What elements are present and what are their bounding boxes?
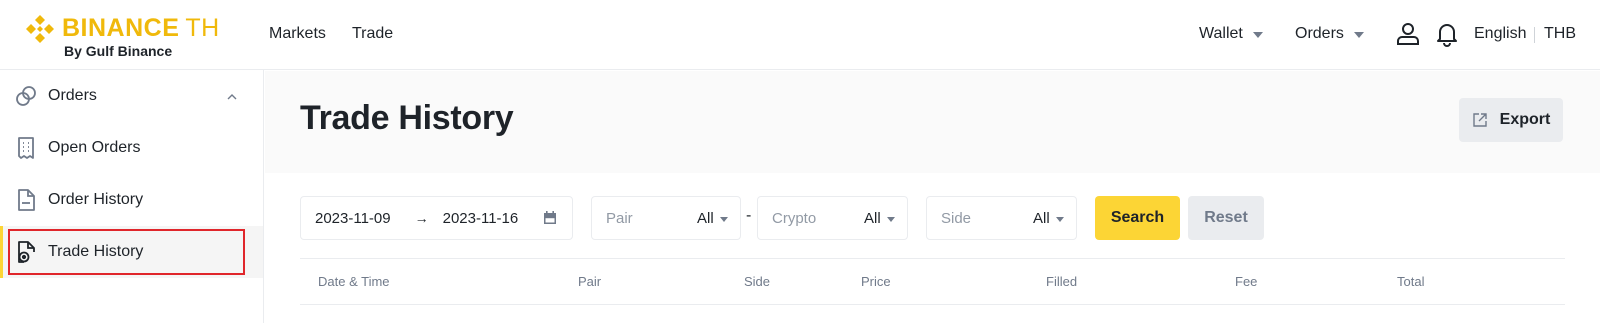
sidebar-section-label: Orders [48,87,97,104]
caret-down-icon [719,216,728,222]
export-button[interactable]: Export [1459,98,1563,142]
date-range-picker[interactable]: 2023-11-09 → 2023-11-16 [300,196,573,240]
crypto-select[interactable]: Crypto All [757,196,908,240]
sidebar-item-trade-history[interactable]: Trade History [0,226,263,278]
orders-dropdown[interactable]: Orders [1295,25,1364,43]
column-header-filled[interactable]: Filled [1046,274,1077,289]
side-select-placeholder: Side [941,209,972,227]
chevron-up-icon[interactable] [226,91,238,103]
sidebar-item-label: Open Orders [48,139,141,156]
sidebar: Orders Open Orders Order History Trade H… [0,70,264,323]
pair-select-placeholder: Pair [606,209,633,227]
sidebar-item-order-history[interactable]: Order History [0,174,263,226]
orders-dropdown-label: Orders [1295,25,1344,42]
trade-history-table-header: Date & Time Pair Side Price Filled Fee T… [300,258,1565,305]
column-header-pair[interactable]: Pair [578,274,601,289]
sidebar-section-orders[interactable]: Orders [0,70,263,122]
date-from-input[interactable]: 2023-11-09 [315,210,391,227]
column-header-fee[interactable]: Fee [1235,274,1257,289]
currency-selector[interactable]: THB [1544,25,1576,43]
arrow-right-icon: → [414,210,429,226]
top-header: BINANCE TH By Gulf Binance Markets Trade … [0,0,1600,70]
search-button[interactable]: Search [1095,196,1180,240]
logo-tagline: By Gulf Binance [64,43,173,59]
sidebar-item-open-orders[interactable]: Open Orders [0,122,263,174]
pair-select-value: All [697,210,728,227]
wallet-dropdown[interactable]: Wallet [1199,25,1263,43]
receipt-icon [18,137,34,159]
pair-select[interactable]: Pair All [591,196,741,240]
binance-th-logo[interactable]: BINANCE TH By Gulf Binance [24,11,244,61]
reset-button[interactable]: Reset [1188,196,1264,240]
caret-down-icon [1353,32,1364,38]
pair-select-value-text: All [697,209,714,227]
calendar-icon[interactable] [542,210,558,226]
page-header: Trade History Export [265,71,1600,173]
binance-logo-icon [26,15,54,43]
column-header-total[interactable]: Total [1397,274,1424,289]
side-select-value-text: All [1033,209,1050,227]
crypto-select-value: All [864,210,895,227]
sidebar-item-label: Order History [48,191,144,208]
date-to-input[interactable]: 2023-11-16 [443,210,519,227]
caret-down-icon [1055,216,1064,222]
external-link-icon [1472,113,1487,127]
highlight-annotation [8,229,245,275]
orders-link-icon [16,86,36,106]
side-select-value: All [1033,210,1064,227]
column-header-side[interactable]: Side [744,274,770,289]
column-header-price[interactable]: Price [861,274,891,289]
header-divider [1534,27,1535,43]
wallet-dropdown-label: Wallet [1199,25,1243,42]
logo-wordmark: BINANCE TH [62,14,220,42]
active-indicator [0,226,3,278]
crypto-select-placeholder: Crypto [772,209,817,227]
caret-down-icon [1252,32,1263,38]
nav-trade[interactable]: Trade [352,25,393,43]
column-header-date-time[interactable]: Date & Time [318,274,390,289]
language-selector[interactable]: English [1474,25,1526,43]
export-button-label: Export [1499,111,1551,128]
filter-separator: - [746,207,752,224]
caret-down-icon [886,216,895,222]
bell-icon[interactable] [1434,21,1460,47]
page-title: Trade History [300,99,514,137]
document-icon [18,189,35,211]
user-icon[interactable] [1395,21,1421,47]
nav-markets[interactable]: Markets [269,25,326,43]
side-select[interactable]: Side All [926,196,1077,240]
crypto-select-value-text: All [864,209,881,227]
